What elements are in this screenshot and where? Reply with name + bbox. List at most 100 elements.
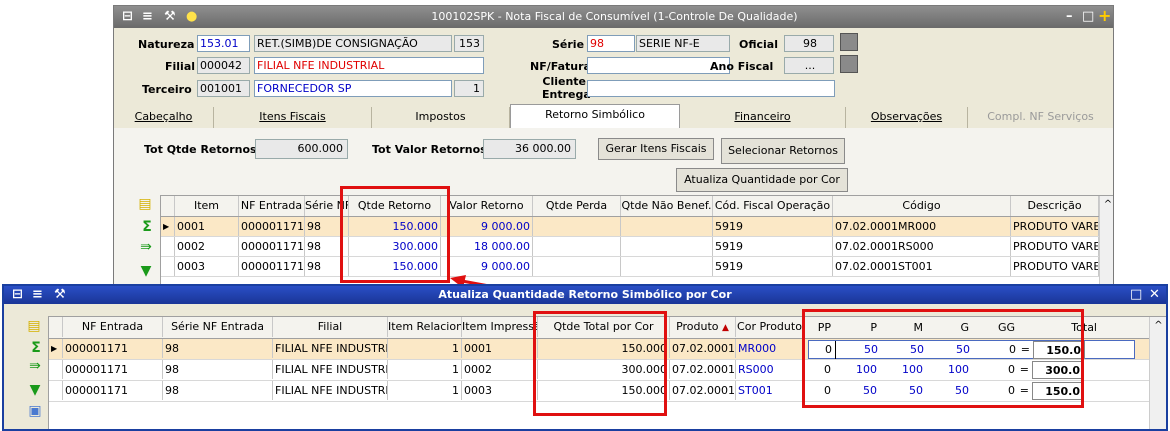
retornos-grid-header: Item NF Entrada Série NF Qtde Retorno Va… <box>161 196 1113 286</box>
export-icon[interactable]: ⇛ <box>27 358 43 374</box>
sum-icon[interactable]: Σ <box>139 219 155 235</box>
cell-nf-entrada: 000001171 <box>239 257 305 276</box>
export-icon[interactable]: ⇛ <box>138 239 154 255</box>
cell-descricao: PRODUTO VAREJ <box>1011 237 1099 256</box>
terceiro-label: Terceiro <box>142 83 192 96</box>
col-serie-nf-entrada[interactable]: Série NF Entrada <box>163 317 273 337</box>
tab-itens-fiscais[interactable]: Itens Fiscais <box>214 107 372 128</box>
table-row[interactable]: 0003 000001171 98 150.000 9 000.00 5919 … <box>161 257 1099 277</box>
entrega-label: Entrega <box>542 88 591 101</box>
terceiro-name-field[interactable]: FORNECEDOR SP <box>254 80 452 97</box>
cliente-entrega-field[interactable] <box>587 80 835 97</box>
restore-icon[interactable]: □ <box>1130 287 1142 302</box>
row-indicator <box>161 257 175 276</box>
filial-label: Filial <box>165 60 196 73</box>
col-cod-fiscal-operacao[interactable]: Cód. Fiscal Operação <box>713 196 833 216</box>
col-codigo[interactable]: Código <box>833 196 1011 216</box>
cell-item-impressao: 0001 <box>462 339 538 358</box>
cell-cfop: 5919 <box>713 237 833 256</box>
tab-cabecalho[interactable]: Cabeçalho <box>114 107 214 128</box>
highlight-size-grid <box>802 309 1084 408</box>
nf-fatura-field[interactable] <box>587 57 730 74</box>
col-nf-entrada[interactable]: NF Entrada <box>63 317 163 337</box>
col-cor-produto[interactable]: Cor Produto <box>736 317 804 337</box>
tab-retorno-simbolico[interactable]: Retorno Simbólico <box>510 104 680 128</box>
cell-qtde-nao-benef[interactable] <box>621 217 713 236</box>
tot-qtde-field: 600.000 <box>255 139 348 159</box>
serie-desc-field: SERIE NF-E <box>636 35 730 52</box>
ano-fiscal-button[interactable] <box>840 55 858 73</box>
maximize-icon[interactable]: □ <box>1082 9 1094 24</box>
tot-valor-field: 36 000.00 <box>483 139 576 159</box>
vertical-scrollbar[interactable]: ^ <box>1149 317 1166 429</box>
natureza-num-field: 153 <box>454 35 484 52</box>
nf-fatura-label: NF/Fatura <box>530 60 591 73</box>
cell-item: 0001 <box>175 217 239 236</box>
col-item-impressao[interactable]: Item Impressão <box>462 317 538 337</box>
col-qtde-nao-benef[interactable]: Qtde Não Benef. <box>621 196 713 216</box>
tab-impostos[interactable]: Impostos <box>372 107 510 128</box>
atualiza-quantidade-cor-button[interactable]: Atualiza Quantidade por Cor <box>676 168 848 192</box>
natureza-desc-field: RET.(SIMB)DE CONSIGNAÇÃO <box>254 35 452 52</box>
vertical-scrollbar[interactable]: ^ <box>1099 196 1113 286</box>
oficial-button[interactable] <box>840 33 858 51</box>
filter-down-icon[interactable]: ▼ <box>138 263 154 279</box>
cell-valor-retorno[interactable]: 18 000.00 <box>441 237 533 256</box>
tab-financeiro[interactable]: Financeiro <box>680 107 846 128</box>
ano-fiscal-label: Ano Fiscal <box>710 60 774 73</box>
tab-observacoes[interactable]: Observações <box>846 107 968 128</box>
cell-cfop: 5919 <box>713 257 833 276</box>
cell-valor-retorno[interactable]: 9 000.00 <box>441 217 533 236</box>
cell-codigo: 07.02.0001MR000 <box>833 217 1011 236</box>
filial-name-field[interactable]: FILIAL NFE INDUSTRIAL <box>254 57 484 74</box>
cell-serie: 98 <box>163 339 273 358</box>
natureza-label: Natureza <box>138 38 195 51</box>
selecionar-retornos-button[interactable]: Selecionar Retornos <box>721 138 845 164</box>
col-filial[interactable]: Filial <box>273 317 388 337</box>
image-icon[interactable]: ▣ <box>27 403 43 419</box>
window-title: Atualiza Quantidade Retorno Simbólico po… <box>438 288 732 301</box>
close-icon[interactable]: ✕ <box>1149 287 1160 302</box>
cliente-label: Cliente <box>542 75 586 88</box>
table-row[interactable]: ▶ 0001 000001171 98 150.000 9 000.00 591… <box>161 217 1099 237</box>
row-indicator-header <box>49 317 63 337</box>
filter-down-icon[interactable]: ▼ <box>27 382 43 398</box>
serie-field[interactable]: 98 <box>587 35 635 52</box>
cell-qtde-perda[interactable] <box>533 237 621 256</box>
cell-qtde-perda[interactable] <box>533 217 621 236</box>
tab-compl-nf-servicos[interactable]: Compl. NF Serviços <box>968 107 1113 128</box>
cell-qtde-nao-benef[interactable] <box>621 257 713 276</box>
col-produto[interactable]: Produto ▲ <box>670 317 736 337</box>
cell-qtde-nao-benef[interactable] <box>621 237 713 256</box>
cell-item-relaciona: 1 <box>388 339 462 358</box>
cell-item-relaciona: 1 <box>388 381 462 400</box>
table-row[interactable]: 0002 000001171 98 300.000 18 000.00 5919… <box>161 237 1099 257</box>
row-pointer-icon: ▶ <box>49 339 63 358</box>
col-item[interactable]: Item <box>175 196 239 216</box>
ano-fiscal-field[interactable]: ... <box>784 57 834 74</box>
gerar-itens-fiscais-button[interactable]: Gerar Itens Fiscais <box>598 138 714 160</box>
natureza-code-field[interactable]: 153.01 <box>197 35 250 52</box>
title-bar: ⊟ ≡ ⚒ Atualiza Quantidade Retorno Simból… <box>4 286 1166 304</box>
grid-note-icon[interactable]: ▤ <box>137 196 153 212</box>
add-icon[interactable]: + <box>1098 6 1111 25</box>
cell-item-relaciona: 1 <box>388 360 462 379</box>
title-bar: ⊟ ≡ ⚒ ● 100102SPK - Nota Fiscal de Consu… <box>114 6 1113 28</box>
row-indicator <box>161 237 175 256</box>
highlight-qtde-retorno <box>340 186 450 283</box>
col-valor-retorno[interactable]: Valor Retorno <box>441 196 533 216</box>
cell-item-impressao: 0003 <box>462 381 538 400</box>
sum-icon[interactable]: Σ <box>28 340 44 356</box>
cell-serie: 98 <box>163 381 273 400</box>
col-nf-entrada[interactable]: NF Entrada <box>239 196 305 216</box>
cell-cfop: 5919 <box>713 217 833 236</box>
col-descricao[interactable]: Descrição <box>1011 196 1099 216</box>
col-qtde-perda[interactable]: Qtde Perda <box>533 196 621 216</box>
grid-note-icon[interactable]: ▤ <box>26 318 42 334</box>
minimize-icon[interactable]: – <box>1066 9 1073 24</box>
cell-cor-produto: ST001 <box>736 381 804 400</box>
cell-item-impressao: 0002 <box>462 360 538 379</box>
nota-fiscal-window: ⊟ ≡ ⚒ ● 100102SPK - Nota Fiscal de Consu… <box>113 5 1114 287</box>
col-item-relaciona[interactable]: Item Relaciona <box>388 317 462 337</box>
cell-produto: 07.02.0001 <box>670 381 736 400</box>
